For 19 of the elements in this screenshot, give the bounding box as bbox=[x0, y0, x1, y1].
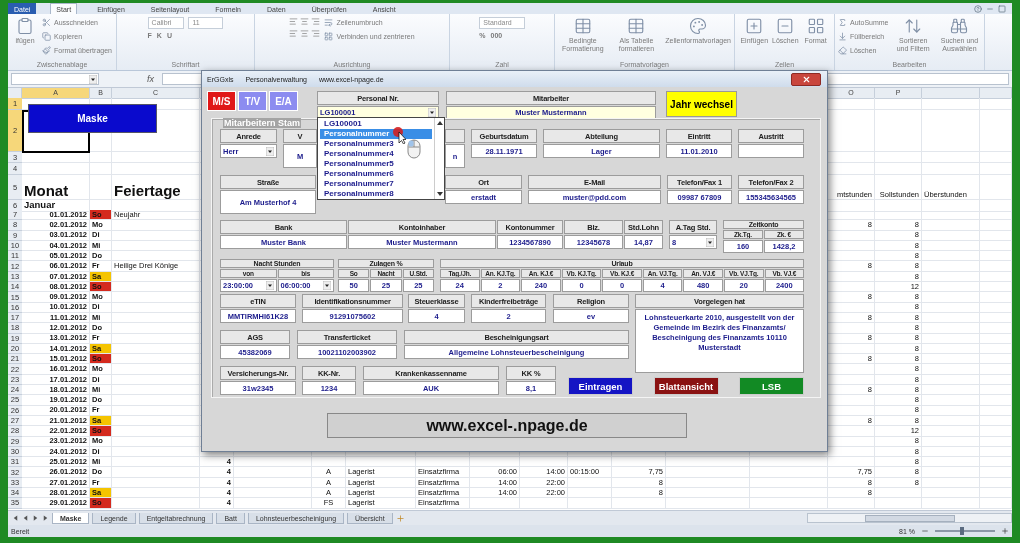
table-cell: Monat bbox=[22, 175, 90, 200]
dropdown-option[interactable]: Personalnummer6 bbox=[320, 169, 432, 179]
change-year-button[interactable]: Jahr wechsel bbox=[666, 91, 737, 117]
function-button[interactable]: fx bbox=[147, 74, 154, 84]
mode-button[interactable]: M/S bbox=[207, 91, 236, 111]
table-cell: Januar bbox=[22, 200, 90, 212]
dropdown-option[interactable]: Personalnummer4 bbox=[320, 149, 432, 159]
website-banner: www.excel-.npage.de bbox=[327, 413, 687, 438]
mask-button[interactable]: Maske bbox=[28, 104, 157, 133]
action-button[interactable]: LSB bbox=[739, 377, 804, 395]
action-button[interactable]: Eintragen bbox=[568, 377, 633, 395]
table-cell: Feiertage bbox=[112, 175, 200, 200]
dropdown-option[interactable]: Personalnummer8 bbox=[320, 189, 432, 199]
frame-title: Mitarbeitern Stam bbox=[223, 118, 302, 128]
dropdown-option[interactable]: Personalnummer3 bbox=[320, 139, 432, 149]
dropdown-option[interactable]: LG100001 bbox=[320, 119, 432, 129]
action-button[interactable]: Blattansicht bbox=[653, 377, 719, 395]
dropdown-option[interactable]: Personalnummer5 bbox=[320, 159, 432, 169]
dropdown-option[interactable]: Personalnummer7 bbox=[320, 179, 432, 189]
